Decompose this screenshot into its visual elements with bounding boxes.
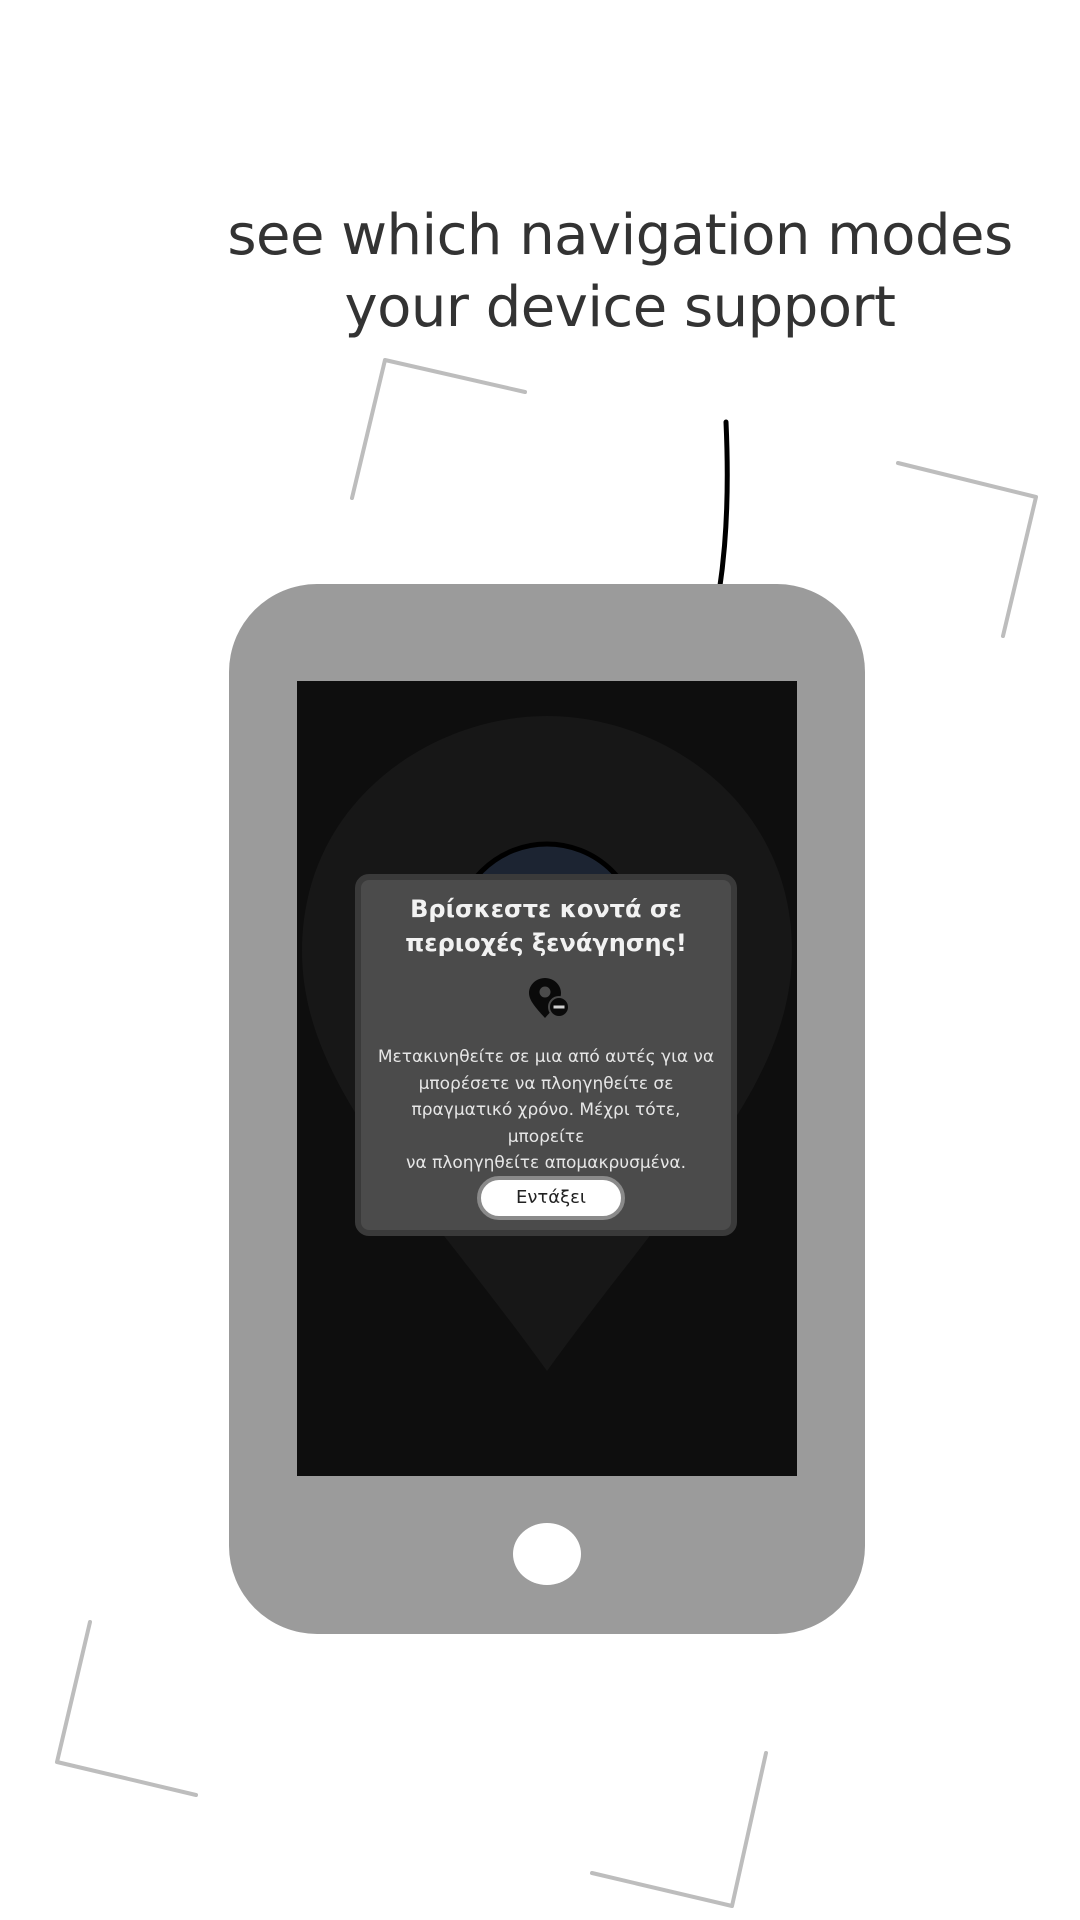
bracket-bottom-right (590, 1751, 768, 1908)
dialog-title-line-1: Βρίσκεστε κοντά σε (410, 895, 682, 923)
bracket-top-left (350, 358, 527, 500)
dialog-message-line: πραγματικό χρόνο. Μέχρι τότε, μπορείτε (411, 1100, 681, 1147)
dialog-message-line: Μετακινηθείτε σε μια από αυτές για να (377, 1047, 715, 1067)
dialog-message: Μετακινηθείτε σε μια από αυτές για να μπ… (371, 1044, 721, 1177)
dialog-message-line: να πλοηγηθείτε απομακρυσμένα. (406, 1153, 686, 1173)
bracket-bottom-left (55, 1620, 198, 1797)
map-pin-remove-icon (529, 978, 570, 1018)
dialog-title-line-2: περιοχές ξενάγησης! (405, 929, 687, 957)
ok-button[interactable]: Εντάξει (477, 1176, 625, 1220)
bracket-top-right (896, 461, 1038, 638)
headline: see which navigation modes your device s… (200, 200, 1040, 344)
nearby-tour-areas-dialog: Βρίσκεστε κοντά σε περιοχές ξενάγησης! Μ… (355, 874, 737, 1236)
dialog-message-line: μπορέσετε να πλοηγηθείτε σε (418, 1073, 674, 1094)
headline-line-1: see which navigation modes (227, 203, 1013, 268)
headline-line-2: your device support (344, 275, 896, 340)
dialog-title: Βρίσκεστε κοντά σε περιοχές ξενάγησης! (361, 892, 731, 960)
home-button[interactable] (513, 1523, 581, 1585)
